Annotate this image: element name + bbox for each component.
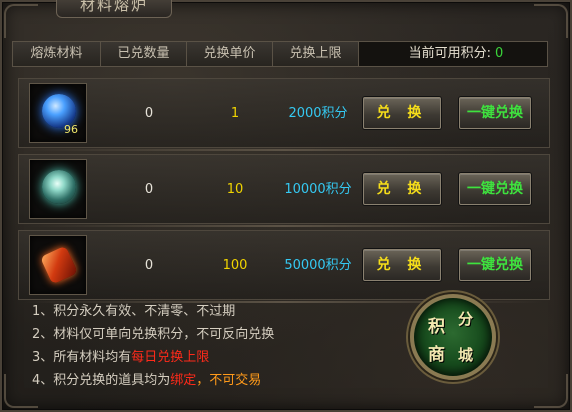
owned-count: 0 xyxy=(144,258,154,273)
unit-price: 100 xyxy=(222,258,248,273)
points-shop-button[interactable]: 积 分 商 城 xyxy=(410,294,496,380)
points-value: 0 xyxy=(495,46,504,61)
table-row: 96 0 1 2000积分 兑 换 一键兑换 xyxy=(18,78,550,151)
frame-corner xyxy=(4,4,38,38)
shop-char: 城 xyxy=(458,346,474,364)
note-line: 2、材料仅可单向兑换积分，不可反向兑换 xyxy=(32,323,392,346)
note-highlight: 绑定 xyxy=(170,373,197,388)
teal-orb-icon xyxy=(42,170,76,204)
frame-corner xyxy=(534,374,568,408)
one-key-exchange-button[interactable]: 一键兑换 xyxy=(459,97,531,129)
exchange-limit: 50000积分 xyxy=(284,258,352,273)
table-row: 0 10 10000积分 兑 换 一键兑换 xyxy=(18,154,550,227)
points-label: 当前可用积分: xyxy=(408,46,492,61)
red-gem-icon xyxy=(39,245,79,285)
note-text: 1、积分永久有效、不清零、不过期 xyxy=(32,304,236,319)
header-owned: 已兑数量 xyxy=(101,42,187,66)
note-text: ，不可交易 xyxy=(196,373,262,388)
shop-char: 积 xyxy=(428,317,445,337)
table-row: 0 100 50000积分 兑 换 一键兑换 xyxy=(18,230,550,303)
exchange-button[interactable]: 兑 换 xyxy=(363,249,441,281)
exchange-limit: 2000积分 xyxy=(288,106,348,121)
unit-price: 10 xyxy=(226,182,244,197)
available-points: 当前可用积分: 0 xyxy=(359,42,547,66)
note-line: 3、所有材料均有每日兑换上限 xyxy=(32,346,392,369)
shop-char: 分 xyxy=(458,310,474,328)
note-line: 4、积分兑换的道具均为绑定，不可交易 xyxy=(32,369,392,392)
owned-count: 0 xyxy=(144,106,154,121)
note-line: 1、积分永久有效、不清零、不过期 xyxy=(32,300,392,323)
header-material: 熔炼材料 xyxy=(13,42,101,66)
item-slot[interactable] xyxy=(29,159,87,219)
owned-count: 0 xyxy=(144,182,154,197)
exchange-limit: 10000积分 xyxy=(284,182,352,197)
header-price: 兑换单价 xyxy=(187,42,273,66)
exchange-button[interactable]: 兑 换 xyxy=(363,173,441,205)
note-text: 3、所有材料均有 xyxy=(32,350,132,365)
shop-char: 商 xyxy=(428,345,445,365)
window-title: 材料熔炉 xyxy=(56,0,172,18)
one-key-exchange-button[interactable]: 一键兑换 xyxy=(459,249,531,281)
table-header: 熔炼材料 已兑数量 兑换单价 兑换上限 当前可用积分: 0 xyxy=(12,41,548,67)
note-text: 4、积分兑换的道具均为 xyxy=(32,373,171,388)
header-limit: 兑换上限 xyxy=(273,42,359,66)
item-quantity: 96 xyxy=(64,123,78,136)
one-key-exchange-button[interactable]: 一键兑换 xyxy=(459,173,531,205)
item-slot[interactable] xyxy=(29,235,87,295)
rules-notes: 1、积分永久有效、不清零、不过期 2、材料仅可单向兑换积分，不可反向兑换 3、所… xyxy=(32,300,392,392)
unit-price: 1 xyxy=(230,106,240,121)
exchange-button[interactable]: 兑 换 xyxy=(363,97,441,129)
item-slot[interactable]: 96 xyxy=(29,83,87,143)
note-highlight: 每日兑换上限 xyxy=(131,350,210,365)
frame-corner xyxy=(534,4,568,38)
note-text: 2、材料仅可单向兑换积分，不可反向兑换 xyxy=(32,327,275,342)
